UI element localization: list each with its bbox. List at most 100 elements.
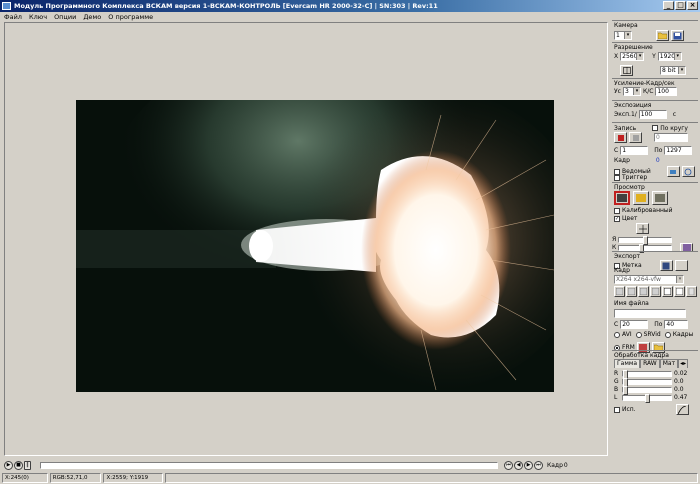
video-frame[interactable] bbox=[76, 100, 554, 392]
trigger-checkbox[interactable] bbox=[614, 174, 620, 181]
pause-button[interactable]: ‖ bbox=[24, 460, 31, 470]
preview-color-button[interactable] bbox=[633, 191, 649, 205]
color-monitor-icon bbox=[636, 194, 646, 202]
resolution-title: Разрешение bbox=[614, 44, 653, 51]
open-folder-button[interactable] bbox=[656, 30, 669, 41]
export-btn-1[interactable] bbox=[614, 286, 625, 297]
camera-select[interactable]: 1 ▾ bbox=[614, 31, 632, 40]
calibrated-checkbox[interactable] bbox=[614, 207, 620, 214]
curve-icon bbox=[678, 405, 687, 414]
record-to-label: По bbox=[654, 147, 663, 154]
loop-checkbox[interactable] bbox=[652, 125, 659, 131]
export-btn-2[interactable] bbox=[626, 286, 637, 297]
minimize-button[interactable]: _ bbox=[663, 1, 674, 10]
menu-bar: Файл Ключ Опции Демо О программе bbox=[0, 12, 700, 22]
export-from-label: С bbox=[614, 321, 619, 328]
format-avi-radio[interactable] bbox=[614, 331, 620, 338]
status-empty bbox=[165, 473, 698, 483]
tab-math[interactable]: Мат bbox=[659, 359, 679, 368]
res-x-select[interactable]: 2560 ▾ bbox=[620, 52, 645, 61]
gamma-curve-button[interactable] bbox=[675, 404, 689, 415]
resolution-apply-button[interactable] bbox=[620, 65, 633, 76]
sync-button[interactable] bbox=[666, 166, 680, 177]
frame-value: 0 bbox=[563, 461, 568, 469]
gamma-b-slider[interactable] bbox=[622, 385, 672, 395]
gamma-r-slider[interactable] bbox=[622, 369, 672, 379]
export-btn-4[interactable] bbox=[650, 286, 661, 297]
menu-demo[interactable]: Демо bbox=[83, 12, 101, 22]
first-frame-button[interactable]: ⏮ bbox=[504, 460, 513, 470]
export-btn-3[interactable] bbox=[638, 286, 649, 297]
stop-icon bbox=[632, 134, 639, 141]
preview-dark-button[interactable] bbox=[652, 191, 668, 205]
codec-select[interactable]: X264 x264-vfw ▾ bbox=[614, 275, 684, 284]
contrast-slider[interactable] bbox=[618, 243, 673, 253]
res-y-select[interactable]: 1920 ▾ bbox=[657, 52, 682, 61]
export-btn-6[interactable] bbox=[674, 286, 685, 297]
menu-options[interactable]: Опции bbox=[54, 12, 76, 22]
exposure-input[interactable]: 100 bbox=[638, 110, 667, 119]
close-button[interactable]: × bbox=[687, 1, 698, 10]
last-frame-button[interactable]: ⏭ bbox=[534, 460, 543, 470]
loop-label: По кругу bbox=[660, 124, 688, 132]
tab-raw[interactable]: RAW bbox=[640, 359, 660, 368]
menu-file[interactable]: Файл bbox=[4, 12, 22, 22]
gamma-b-value: 0.0 bbox=[674, 386, 684, 393]
export-from-input[interactable]: 20 bbox=[620, 320, 649, 329]
maximize-button[interactable]: □ bbox=[675, 1, 686, 10]
tab-gamma[interactable]: Гамма bbox=[614, 359, 641, 368]
timeline-slider[interactable] bbox=[40, 462, 498, 469]
brightness-slider[interactable] bbox=[618, 235, 673, 245]
export-blank-button[interactable] bbox=[674, 260, 688, 271]
fps-input[interactable]: 100 bbox=[655, 87, 678, 96]
res-y-label: Y bbox=[652, 53, 656, 60]
export-save-button[interactable] bbox=[659, 260, 673, 271]
gamma-l-value: 0.47 bbox=[674, 394, 688, 401]
processing-tabs: Гамма RAW Мат ◂▸ bbox=[614, 359, 689, 368]
gain-select[interactable]: 3 ▾ bbox=[622, 87, 641, 96]
record-frame-value: 0 bbox=[655, 157, 660, 164]
record-to-input[interactable]: 1297 bbox=[664, 146, 693, 155]
gamma-l-slider[interactable] bbox=[622, 393, 672, 403]
record-icon bbox=[617, 134, 624, 141]
next-frame-button[interactable]: ▶ bbox=[524, 460, 533, 470]
bit-depth-select[interactable]: 8 bit ▾ bbox=[660, 66, 686, 75]
film-icon bbox=[664, 288, 671, 295]
export-to-input[interactable]: 40 bbox=[664, 320, 689, 329]
playback-right: ⏮ ◀ ▶ ⏭ Кадр 0 bbox=[504, 459, 568, 471]
camera-settings-button[interactable] bbox=[671, 30, 684, 41]
dark-monitor-icon bbox=[655, 194, 665, 202]
window-title: Модуль Программного Комплекса ВСКАМ верс… bbox=[14, 2, 438, 10]
tab-scroll[interactable]: ◂▸ bbox=[678, 359, 689, 368]
export-btn-7[interactable] bbox=[686, 286, 697, 297]
exposure-unit: с bbox=[672, 111, 677, 118]
record-counter: 0 bbox=[654, 133, 688, 142]
record-from-label: С bbox=[614, 147, 619, 154]
export-btn-5[interactable] bbox=[662, 286, 673, 297]
color-checkbox[interactable]: ✓ bbox=[614, 215, 620, 222]
filename-input[interactable] bbox=[614, 309, 686, 318]
status-size: X:2559; Y:1919 bbox=[103, 473, 164, 483]
format-frames-radio[interactable] bbox=[664, 331, 671, 338]
record-button[interactable] bbox=[614, 132, 627, 143]
timer-button[interactable] bbox=[681, 166, 695, 177]
copy-icon bbox=[676, 288, 683, 295]
crosshair-button[interactable] bbox=[636, 223, 649, 234]
stop-record-button[interactable] bbox=[629, 132, 642, 143]
image-icon-4 bbox=[652, 288, 659, 295]
play-button[interactable]: ▶ bbox=[4, 460, 13, 470]
image-icon-3 bbox=[640, 288, 647, 295]
stop-button[interactable]: ■ bbox=[14, 460, 23, 470]
format-srvid-radio[interactable] bbox=[635, 331, 642, 338]
gamma-g-slider[interactable] bbox=[622, 377, 672, 387]
title-bar: Модуль Программного Комплекса ВСКАМ верс… bbox=[0, 0, 700, 12]
use-label: Исп. bbox=[622, 406, 636, 413]
menu-key[interactable]: Ключ bbox=[29, 12, 47, 22]
app-icon[interactable] bbox=[2, 2, 11, 10]
menu-about[interactable]: О программе bbox=[108, 12, 153, 22]
record-from-input[interactable]: 1 bbox=[620, 146, 649, 155]
preview-mono-button[interactable] bbox=[614, 191, 630, 205]
format-frames-label: Кадры bbox=[672, 331, 694, 338]
use-checkbox[interactable] bbox=[614, 406, 620, 413]
prev-frame-button[interactable]: ◀ bbox=[514, 460, 523, 470]
